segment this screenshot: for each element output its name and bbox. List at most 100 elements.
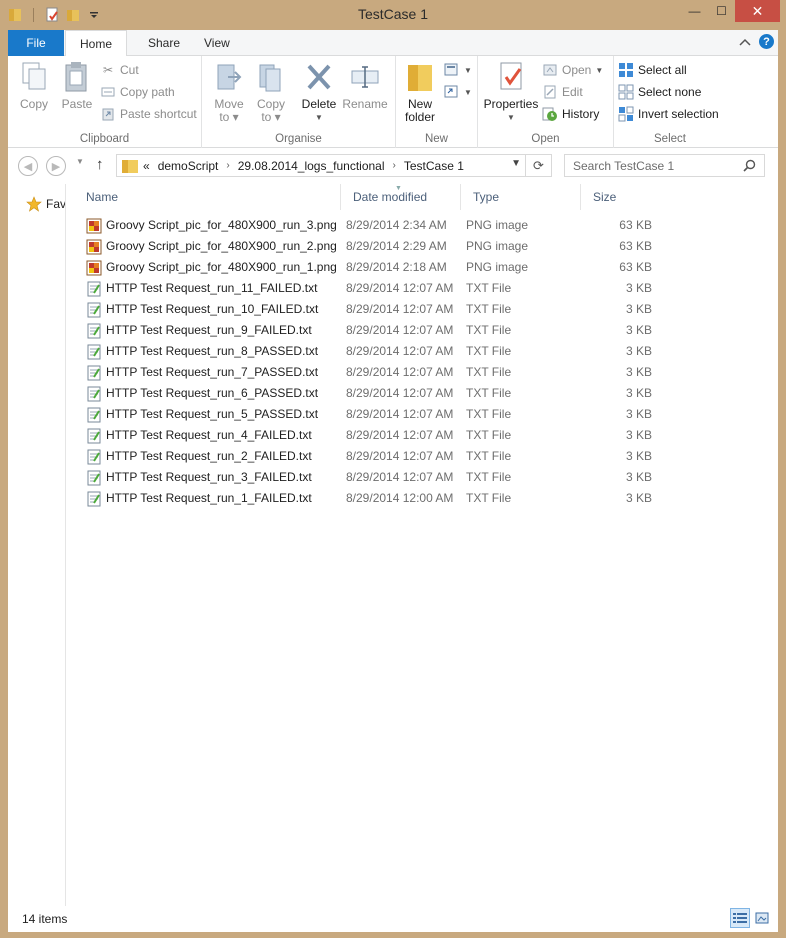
file-row[interactable]: HTTP Test Request_run_8_PASSED.txt 8/29/2… (74, 341, 778, 362)
breadcrumb-demoscript[interactable]: demoScript (158, 159, 219, 173)
minimize-button[interactable]: — (681, 0, 708, 22)
file-row[interactable]: HTTP Test Request_run_9_FAILED.txt 8/29/2… (74, 320, 778, 341)
properties-button[interactable]: Properties ▼ (482, 60, 540, 124)
copy-icon (18, 60, 50, 94)
file-name-cell[interactable]: HTTP Test Request_run_11_FAILED.txt (86, 278, 317, 299)
column-header-type[interactable]: Type (460, 184, 580, 210)
breadcrumb-logs-functional[interactable]: 29.08.2014_logs_functional (238, 159, 385, 173)
recent-locations-icon[interactable]: ▼ (76, 157, 84, 166)
file-row[interactable]: HTTP Test Request_run_10_FAILED.txt 8/29/… (74, 299, 778, 320)
file-size: 3 KB (625, 386, 652, 400)
search-input[interactable] (573, 158, 743, 173)
delete-button[interactable]: Delete ▼ (298, 60, 340, 124)
easy-access-button[interactable]: ▼ (444, 82, 472, 102)
tab-share[interactable]: Share (134, 30, 194, 56)
invert-selection-button[interactable]: Invert selection (618, 104, 719, 124)
copy-to-icon (255, 60, 287, 94)
select-all-icon (618, 62, 634, 78)
txt-file-icon (86, 407, 102, 423)
breadcrumb-overflow[interactable]: « (143, 159, 150, 173)
new-item-button[interactable]: ▼ (444, 60, 472, 80)
file-name-cell[interactable]: HTTP Test Request_run_7_PASSED.txt (86, 362, 318, 383)
file-name-cell[interactable]: HTTP Test Request_run_6_PASSED.txt (86, 383, 318, 404)
open-button[interactable]: Open ▼ (542, 60, 603, 80)
column-header-date-modified[interactable]: ▼ Date modified (340, 184, 460, 210)
file-name-cell[interactable]: HTTP Test Request_run_3_FAILED.txt (86, 467, 312, 488)
file-size: 3 KB (625, 407, 652, 421)
select-all-button[interactable]: Select all (618, 60, 687, 80)
file-type: PNG image (466, 239, 529, 253)
column-header-size[interactable]: Size (580, 184, 660, 210)
file-size: 63 KB (619, 260, 652, 274)
details-view-button[interactable] (730, 908, 750, 928)
file-name-cell[interactable]: HTTP Test Request_run_10_FAILED.txt (86, 299, 318, 320)
copy-to-button[interactable]: Copy to ▾ (252, 60, 290, 124)
nav-item-favourites[interactable]: Favourites (26, 196, 65, 212)
chevron-down-icon[interactable]: ▼ (511, 158, 521, 169)
address-row: ◀ ▶ ▼ ↑ « demoScript › 29.08.2014_logs_f… (8, 148, 778, 184)
up-arrow-icon[interactable]: ↑ (96, 156, 104, 173)
file-row[interactable]: HTTP Test Request_run_4_FAILED.txt 8/29/2… (74, 425, 778, 446)
refresh-icon[interactable]: ⟳ (525, 155, 551, 176)
address-bar[interactable]: « demoScript › 29.08.2014_logs_functiona… (116, 154, 552, 177)
file-name-cell[interactable]: HTTP Test Request_run_8_PASSED.txt (86, 341, 318, 362)
file-size: 3 KB (625, 470, 652, 484)
file-date: 8/29/2014 12:07 AM (346, 386, 454, 400)
file-name-cell[interactable]: HTTP Test Request_run_2_FAILED.txt (86, 446, 312, 467)
file-row[interactable]: HTTP Test Request_run_11_FAILED.txt 8/29/… (74, 278, 778, 299)
back-button[interactable]: ◀ (18, 156, 38, 176)
file-row[interactable]: Groovy Script_pic_for_480X900_run_3.png 8… (74, 215, 778, 236)
file-row[interactable]: HTTP Test Request_run_1_FAILED.txt 8/29/2… (74, 488, 778, 509)
file-date: 8/29/2014 12:00 AM (346, 491, 454, 505)
file-row[interactable]: HTTP Test Request_run_6_PASSED.txt 8/29/2… (74, 383, 778, 404)
chevron-right-icon[interactable]: › (393, 160, 396, 171)
file-name: HTTP Test Request_run_6_PASSED.txt (106, 386, 319, 400)
file-type: TXT File (466, 344, 512, 358)
file-row[interactable]: HTTP Test Request_run_3_FAILED.txt 8/29/2… (74, 467, 778, 488)
cut-button[interactable]: ✂ Cut (100, 60, 139, 80)
file-name-cell[interactable]: Groovy Script_pic_for_480X900_run_1.png (86, 257, 337, 278)
help-icon[interactable]: ? (759, 34, 774, 49)
copy-path-button[interactable]: Copy path (100, 82, 175, 102)
file-size: 3 KB (625, 323, 652, 337)
search-icon[interactable] (743, 159, 756, 172)
forward-button[interactable]: ▶ (46, 156, 66, 176)
move-to-button[interactable]: Move to ▾ (210, 60, 248, 124)
column-header-name[interactable]: Name (74, 184, 340, 210)
select-none-button[interactable]: Select none (618, 82, 701, 102)
png-file-icon (86, 218, 102, 234)
close-button[interactable]: ✕ (735, 0, 780, 22)
file-name: Groovy Script_pic_for_480X900_run_2.png (106, 239, 337, 253)
minimize-ribbon-icon[interactable] (739, 35, 751, 49)
history-button[interactable]: History (542, 104, 599, 124)
clipboard-group: Copy Paste ✂ Cut Copy path Paste shortcu… (8, 56, 202, 148)
file-row[interactable]: HTTP Test Request_run_7_PASSED.txt 8/29/2… (74, 362, 778, 383)
file-name-cell[interactable]: HTTP Test Request_run_1_FAILED.txt (86, 488, 312, 509)
maximize-button[interactable]: ☐ (708, 0, 735, 22)
file-row[interactable]: HTTP Test Request_run_5_PASSED.txt 8/29/2… (74, 404, 778, 425)
copy-button[interactable]: Copy (16, 60, 52, 111)
rename-button[interactable]: Rename (342, 60, 388, 111)
file-name-cell[interactable]: HTTP Test Request_run_9_FAILED.txt (86, 320, 312, 341)
file-name-cell[interactable]: Groovy Script_pic_for_480X900_run_3.png (86, 215, 337, 236)
txt-file-icon (86, 281, 102, 297)
new-group: New folder ▼ ▼ New (396, 56, 478, 148)
paste-shortcut-button[interactable]: Paste shortcut (100, 104, 197, 124)
tab-file[interactable]: File (8, 30, 64, 56)
file-row[interactable]: Groovy Script_pic_for_480X900_run_1.png 8… (74, 257, 778, 278)
large-icons-view-button[interactable] (752, 908, 772, 928)
file-name-cell[interactable]: HTTP Test Request_run_5_PASSED.txt (86, 404, 318, 425)
file-name-cell[interactable]: HTTP Test Request_run_4_FAILED.txt (86, 425, 312, 446)
chevron-right-icon[interactable]: › (226, 160, 229, 171)
file-name-cell[interactable]: Groovy Script_pic_for_480X900_run_2.png (86, 236, 337, 257)
edit-button[interactable]: Edit (542, 82, 583, 102)
file-row[interactable]: Groovy Script_pic_for_480X900_run_2.png 8… (74, 236, 778, 257)
file-row[interactable]: HTTP Test Request_run_2_FAILED.txt 8/29/2… (74, 446, 778, 467)
paste-button[interactable]: Paste (58, 60, 96, 111)
tab-home[interactable]: Home (65, 30, 128, 57)
file-date: 8/29/2014 12:07 AM (346, 302, 454, 316)
new-folder-button[interactable]: New folder (400, 60, 440, 124)
tab-view[interactable]: View (190, 30, 244, 56)
open-group: Properties ▼ Open ▼ Edit History Open (478, 56, 614, 148)
breadcrumb-testcase[interactable]: TestCase 1 (404, 159, 464, 173)
